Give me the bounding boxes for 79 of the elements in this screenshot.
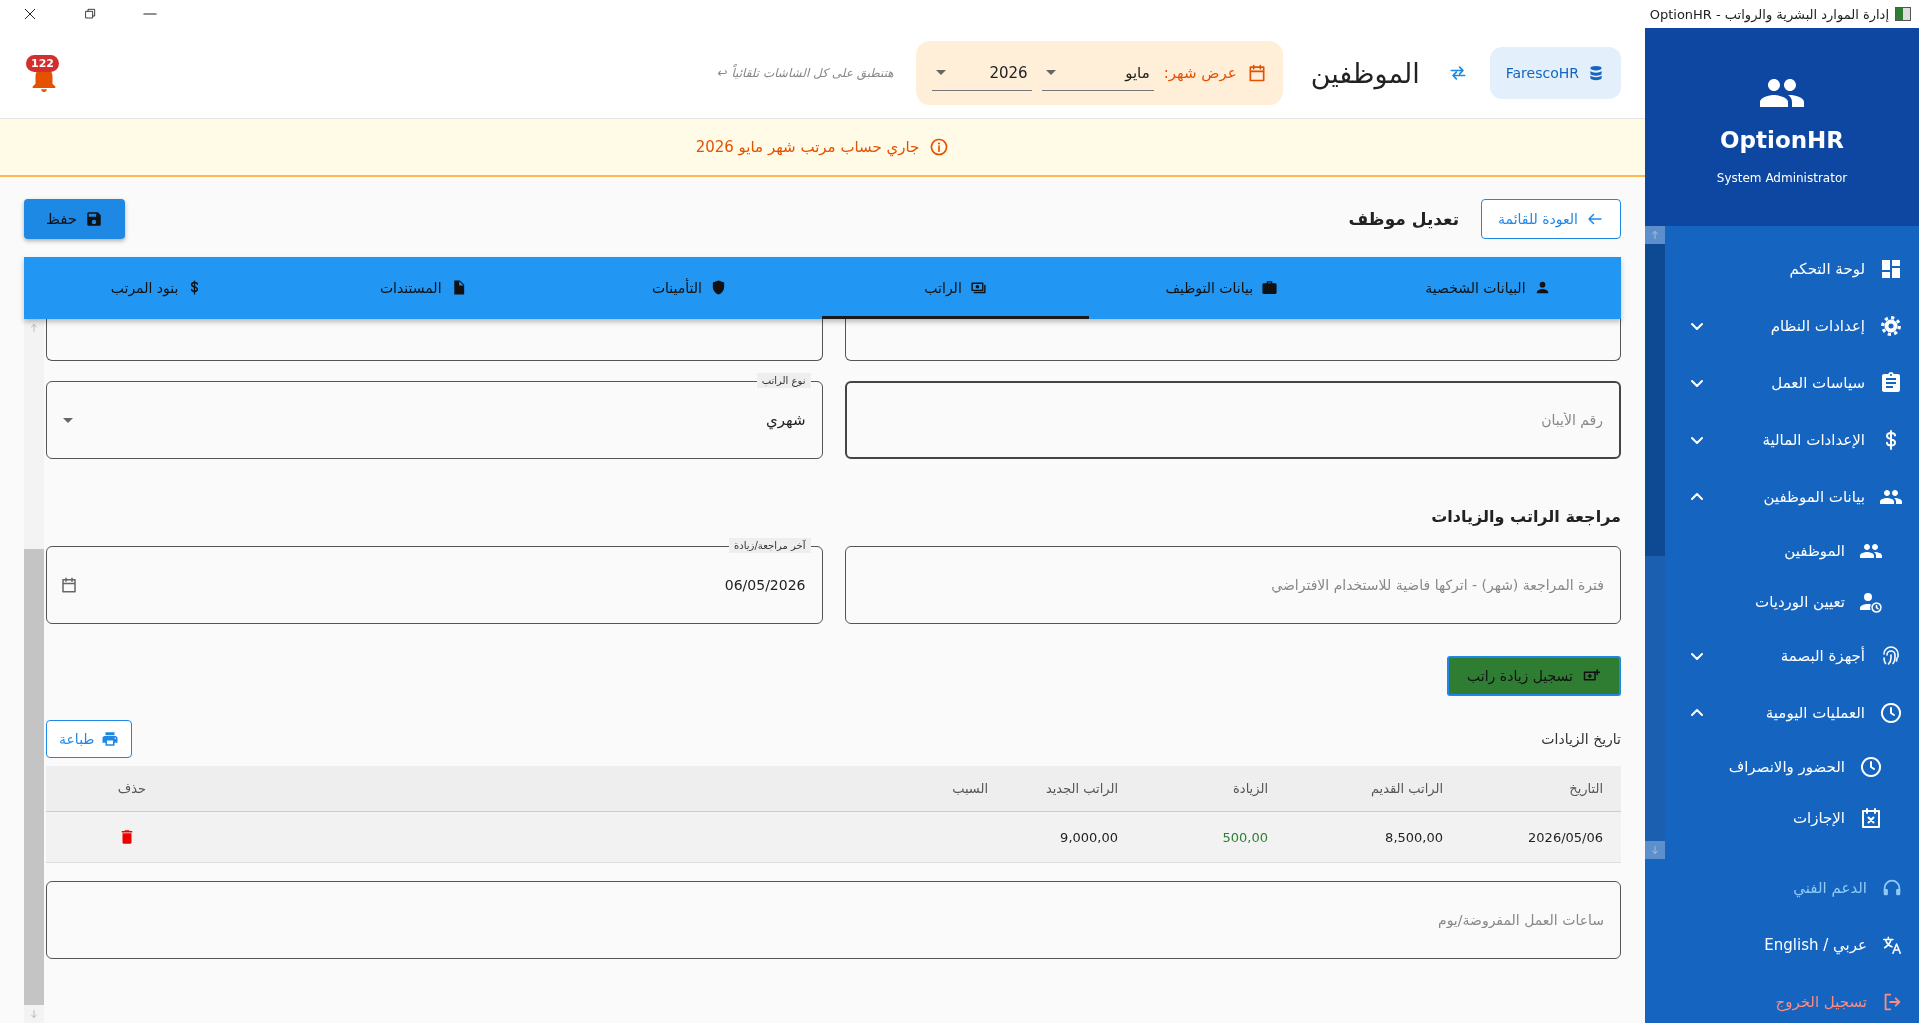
input-field[interactable] bbox=[46, 319, 823, 361]
section-title: مراجعة الراتب والزيادات bbox=[1430, 507, 1621, 526]
calendar-icon bbox=[60, 576, 78, 594]
print-icon bbox=[100, 730, 119, 748]
info-icon bbox=[929, 137, 950, 157]
table-cell-text: 500,00 bbox=[1221, 829, 1269, 845]
sidebar-item[interactable]: الإعدادات المالية bbox=[1665, 411, 1919, 468]
page-title: الموظفين bbox=[1310, 57, 1420, 89]
down-arrow-icon bbox=[1649, 844, 1661, 856]
sidebar-item[interactable]: لوحة التحكم bbox=[1665, 240, 1919, 297]
tab[interactable]: البيانات الشخصية bbox=[1354, 257, 1621, 319]
briefcase-icon bbox=[1261, 279, 1279, 296]
sidebar-item[interactable]: العمليات اليومية bbox=[1665, 684, 1919, 741]
print-button[interactable]: طباعة bbox=[46, 720, 132, 758]
month-dropdown[interactable]: مايو bbox=[1041, 55, 1154, 91]
app-icon bbox=[1895, 7, 1911, 21]
field-label: آخر مراجعة/زيادة bbox=[729, 538, 811, 553]
notification-badge: 122 bbox=[26, 55, 59, 72]
sidebar-item[interactable]: بيانات الموظفين bbox=[1665, 468, 1919, 525]
app-name: OptionHR bbox=[1720, 127, 1844, 153]
sidebar-item[interactable]: تعيين الورديات bbox=[1665, 576, 1919, 627]
up-arrow-icon bbox=[1649, 229, 1661, 241]
section-title: تاريخ الزيادات bbox=[1541, 731, 1621, 747]
company-chip[interactable]: FarescoHR bbox=[1489, 47, 1621, 99]
user-role: System Administrator bbox=[1716, 171, 1848, 185]
back-button[interactable]: العودة للقائمة bbox=[1481, 199, 1621, 239]
up-arrow-icon bbox=[28, 322, 40, 334]
sidebar-item[interactable]: أجهزة البصمة bbox=[1665, 627, 1919, 684]
clock-icon bbox=[1879, 700, 1903, 725]
input-field[interactable]: ساعات العمل المفروضة/يوم bbox=[46, 881, 1621, 959]
form-title: تعديل موظف bbox=[1348, 209, 1460, 229]
column-header: الزيادة bbox=[1232, 781, 1269, 796]
column-header: الراتب القديم bbox=[1369, 781, 1444, 796]
sidebar-item[interactable]: الإجازات bbox=[1665, 792, 1919, 843]
banner-text: جاري حساب مرتب شهر مايو 2026 bbox=[695, 138, 920, 156]
clipboard-icon bbox=[1879, 370, 1903, 395]
tab[interactable]: الراتب bbox=[822, 257, 1089, 319]
caret-icon bbox=[63, 417, 73, 423]
clock-icon bbox=[1859, 754, 1883, 779]
restore-icon bbox=[82, 6, 98, 22]
column-header: الراتب الجديد bbox=[1044, 781, 1119, 796]
database-icon bbox=[1587, 64, 1605, 82]
hint-text: هتنطبق على كل الشاشات تلقائياً ↩ bbox=[717, 66, 894, 80]
caret-icon bbox=[935, 70, 946, 75]
tab[interactable]: بيانات التوظيف bbox=[1088, 257, 1355, 319]
tab[interactable]: بنود المرتب bbox=[23, 257, 291, 319]
table-cell-text: 8,500,00 bbox=[1384, 829, 1444, 845]
month-label: عرض شهر: bbox=[1163, 64, 1237, 82]
translate-icon bbox=[1881, 933, 1903, 956]
settings-icon bbox=[1879, 313, 1903, 338]
window-title: OptionHR - إدارة الموارد البشرية والرواتب bbox=[1649, 6, 1889, 22]
column-header: التاريخ bbox=[1568, 781, 1604, 796]
sidebar-item[interactable]: سياسات العمل bbox=[1665, 354, 1919, 411]
column-header: حذف bbox=[116, 781, 147, 796]
down-arrow-icon bbox=[28, 1008, 40, 1020]
table-cell-text: 9,000,00 bbox=[1059, 829, 1119, 845]
add-raise-button[interactable]: تسجيل زيادة راتب bbox=[1447, 656, 1621, 696]
sidebar-item[interactable]: عربي / English bbox=[1645, 916, 1919, 973]
input-field[interactable]: رقم الأيبان bbox=[844, 381, 1621, 459]
field-label: نوع الراتب bbox=[756, 373, 811, 388]
save-button[interactable]: حفظ bbox=[24, 199, 126, 239]
close-icon bbox=[22, 6, 38, 22]
save-icon bbox=[85, 210, 104, 228]
minimize-icon bbox=[143, 13, 157, 15]
tab[interactable]: المستندات bbox=[290, 257, 557, 319]
caret-icon bbox=[1045, 70, 1056, 75]
column-header: السبب bbox=[951, 781, 989, 796]
year-dropdown[interactable]: 2026 bbox=[931, 55, 1032, 91]
calendar-x-icon bbox=[1859, 805, 1883, 830]
scrollbar[interactable] bbox=[1645, 226, 1665, 859]
table-cell-text: 2026/05/06 bbox=[1527, 829, 1604, 845]
input-field[interactable] bbox=[844, 319, 1621, 361]
sidebar-item[interactable]: الدعم الفني bbox=[1645, 859, 1919, 916]
input-field[interactable]: فترة المراجعة (شهر) - اتركها فاضية للاستخدام الافتراضي bbox=[844, 546, 1621, 624]
sidebar-item[interactable]: الحضور والانصراف bbox=[1665, 741, 1919, 792]
sidebar-item[interactable]: إعدادات النظام bbox=[1665, 297, 1919, 354]
scrollbar[interactable] bbox=[24, 319, 44, 1023]
tab[interactable]: التأمينات bbox=[556, 257, 823, 319]
sidebar-item[interactable]: الموظفين bbox=[1665, 525, 1919, 576]
